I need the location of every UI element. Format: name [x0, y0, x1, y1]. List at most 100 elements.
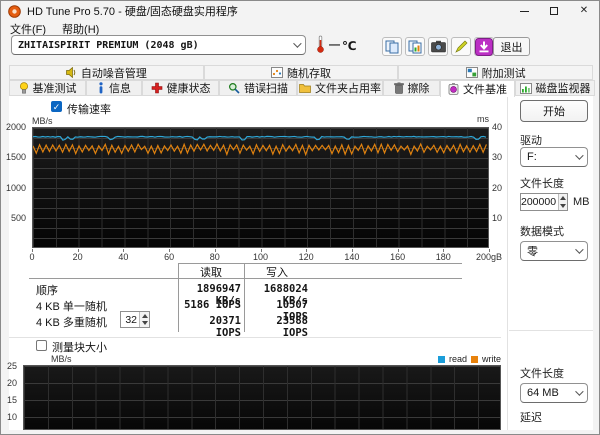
scan-icon	[228, 82, 240, 94]
spinner-down-icon[interactable]	[140, 319, 149, 327]
start-button[interactable]: 开始	[520, 100, 588, 122]
tab-文件夹占用率[interactable]: 文件夹占用率	[297, 80, 383, 96]
tab-label: 擦除	[407, 83, 430, 95]
data-mode-label: 数据模式	[520, 226, 564, 238]
camera-icon	[430, 40, 446, 53]
tab-错误扫描[interactable]: 错误扫描	[219, 80, 297, 96]
exit-button[interactable]: 退出	[493, 37, 530, 56]
section-divider	[9, 337, 501, 338]
tab-自动噪音管理[interactable]: 自动噪音管理	[9, 65, 204, 80]
transfer-rate-label: 传输速率	[67, 104, 111, 116]
close-button[interactable]: ✕	[569, 1, 599, 21]
temperature-value: —	[329, 39, 340, 51]
benchmark-icon	[19, 82, 29, 94]
transfer-rate-checkbox[interactable]	[51, 101, 62, 112]
health-icon	[151, 82, 163, 94]
file-benchmark-icon	[448, 83, 459, 95]
tabstrip-main: 基准测试 信息 健康状态 错误扫描 文件夹占用率 擦除 文件基准 磁盘监视器	[9, 80, 595, 97]
save-results-button[interactable]	[474, 37, 494, 56]
tab-label: 文件夹占用率	[315, 83, 381, 95]
annotate-button[interactable]	[451, 37, 471, 56]
file-length-spinner[interactable]: 200000	[520, 193, 568, 211]
minimize-icon	[519, 10, 529, 12]
tab-label: 基准测试	[32, 83, 77, 95]
data-mode-value: 零	[527, 246, 538, 258]
spinner-down-icon[interactable]	[559, 202, 567, 210]
y-axis-tick: 10	[6, 412, 17, 422]
chart1-ms-label: ms	[477, 114, 489, 124]
y-axis-tick: 1500	[5, 152, 26, 163]
spinner-up-icon[interactable]	[559, 194, 567, 202]
chart1-y-axis: 2000 1500 1000 500	[1, 122, 29, 248]
tab-label: 文件基准	[463, 84, 507, 96]
ms-axis-tick: 30	[492, 152, 503, 163]
read-line	[33, 135, 487, 141]
ms-axis-tick: 40	[492, 122, 503, 132]
copy-text-button[interactable]	[382, 37, 402, 56]
read-legend-label: read	[448, 354, 467, 364]
chevron-down-icon	[575, 151, 584, 160]
drive-letter-select[interactable]: F:	[520, 147, 588, 167]
screenshot-button[interactable]	[428, 37, 448, 56]
y-axis-tick: 20	[6, 378, 17, 388]
tab-文件基准[interactable]: 文件基准	[440, 80, 515, 97]
measure-block-size-checkbox[interactable]	[36, 340, 47, 351]
result-write-value: 23588 IOPS	[276, 315, 308, 339]
tab-label: 自动噪音管理	[80, 67, 147, 80]
file-length2-select[interactable]: 64 MB	[520, 383, 588, 403]
disk-monitor-icon	[519, 82, 532, 94]
tab-label: 错误扫描	[244, 83, 288, 95]
result-read-value: 5186 IOPS	[184, 299, 241, 311]
temperature-unit: ℃	[342, 39, 357, 53]
tab-随机存取[interactable]: 随机存取	[203, 65, 399, 80]
y-axis-tick: 500	[10, 212, 26, 223]
y-axis-tick: 25	[6, 361, 17, 371]
queue-depth-value: 32	[125, 313, 137, 326]
x-axis-tick: 80	[209, 252, 220, 262]
drive-label: 驱动	[520, 135, 542, 147]
hdtune-window: HD Tune Pro 5.70 - 硬盘/固态硬盘实用程序 ✕ 文件(F) 帮…	[0, 0, 600, 435]
tab-附加测试[interactable]: 附加测试	[398, 65, 594, 80]
tab-信息[interactable]: 信息	[86, 80, 142, 96]
tab-label: 随机存取	[287, 67, 331, 80]
x-axis-tick: 160	[390, 252, 406, 262]
app-icon	[8, 4, 21, 18]
toolbar-buttons	[382, 37, 494, 56]
y-axis-tick: 2000	[5, 122, 26, 132]
read-legend-swatch	[437, 355, 445, 363]
delay-label: 延迟	[520, 412, 542, 424]
queue-depth-spinner[interactable]: 32	[120, 311, 150, 328]
pen-icon	[454, 40, 468, 54]
chart1-x-axis: 0 20 40 60 80 100 120 140 160 180 200gB	[29, 249, 502, 262]
x-axis-tick: 0	[29, 252, 35, 262]
copy-image-button[interactable]	[405, 37, 425, 56]
erase-icon	[393, 82, 404, 94]
tab-擦除[interactable]: 擦除	[383, 80, 440, 96]
file-length-value: 200000	[521, 196, 557, 208]
x-axis-tick: 60	[164, 252, 175, 262]
write-column-header: 写入	[266, 267, 288, 279]
x-axis-tick: 100	[252, 252, 269, 262]
measure-block-size-label: 测量块大小	[52, 342, 107, 354]
tab-健康状态[interactable]: 健康状态	[142, 80, 219, 96]
write-legend-swatch	[470, 355, 478, 363]
x-axis-tick: 180	[435, 252, 451, 262]
x-axis-tick: 40	[118, 252, 129, 262]
data-mode-select[interactable]: 零	[520, 241, 588, 261]
file-length-unit: MB	[573, 196, 590, 208]
folder-icon	[299, 83, 311, 93]
x-axis-tick: 200gB	[476, 252, 503, 262]
chart2-legend: read write	[1, 354, 501, 364]
drive-select[interactable]: ZHITAISPIRIT PREMIUM (2048 gB)	[11, 35, 306, 55]
tab-label: 信息	[109, 83, 131, 95]
menubar: 文件(F) 帮助(H)	[1, 21, 599, 36]
spinner-up-icon[interactable]	[140, 312, 149, 320]
tab-磁盘监视器[interactable]: 磁盘监视器	[515, 80, 595, 96]
maximize-button[interactable]	[539, 1, 569, 21]
result-row-label: 顺序	[36, 285, 58, 297]
maximize-icon	[550, 7, 558, 15]
minimize-button[interactable]	[509, 1, 539, 21]
tab-基准测试[interactable]: 基准测试	[9, 80, 86, 96]
write-line	[33, 142, 487, 157]
y-axis-tick: 1000	[5, 182, 26, 193]
